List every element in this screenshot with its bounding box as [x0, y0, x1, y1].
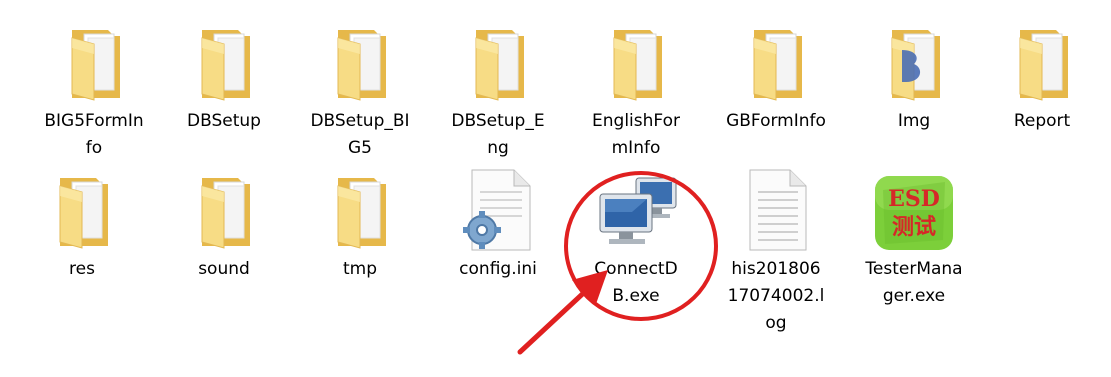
file-label: DBSetup_Eng — [451, 111, 545, 158]
folder-icon — [866, 12, 962, 104]
file-connectdb-exe[interactable]: ConnectDB.exe — [576, 160, 696, 310]
folder-gbforminfo[interactable]: GBFormInfo — [716, 12, 836, 135]
folder-icon — [450, 12, 546, 104]
esd-app-icon: ESD 测试 — [866, 160, 962, 252]
folder-dbsetup-big5[interactable]: DBSetup_BIG5 — [300, 12, 420, 162]
file-label: res — [69, 259, 95, 279]
file-label: Img — [897, 111, 931, 131]
folder-sound[interactable]: sound — [164, 160, 284, 283]
config-file-icon — [450, 160, 546, 252]
file-label: tmp — [342, 259, 378, 279]
file-label: GBFormInfo — [726, 111, 826, 131]
esd-icon-text-top: ESD — [888, 186, 940, 212]
file-label: his20180617074002.log — [727, 259, 825, 333]
network-computers-icon — [588, 160, 684, 252]
folder-icon — [34, 160, 130, 252]
file-explorer-view: BIG5FormInfo DBSetup DBSetup_BIG5 DBSetu… — [0, 0, 1111, 377]
folder-big5forminfo[interactable]: BIG5FormInfo — [34, 12, 154, 162]
folder-icon — [728, 12, 824, 104]
folder-englishforminfo[interactable]: EnglishFormInfo — [576, 12, 696, 162]
folder-dbsetup-eng[interactable]: DBSetup_Eng — [438, 12, 558, 162]
folder-icon — [312, 12, 408, 104]
file-label: DBSetup_BIG5 — [310, 111, 410, 158]
folder-icon — [176, 12, 272, 104]
file-label: ConnectDB.exe — [594, 259, 678, 306]
file-config-ini[interactable]: config.ini — [438, 160, 558, 283]
folder-dbsetup[interactable]: DBSetup — [164, 12, 284, 135]
file-label: BIG5FormInfo — [44, 111, 144, 158]
folder-icon — [994, 12, 1090, 104]
folder-res[interactable]: res — [22, 160, 142, 283]
text-file-icon — [728, 160, 824, 252]
folder-tmp[interactable]: tmp — [300, 160, 420, 283]
file-label: config.ini — [459, 259, 537, 279]
file-label: sound — [198, 259, 250, 279]
esd-icon-text-bottom: 测试 — [892, 215, 936, 240]
file-label: EnglishFormInfo — [592, 111, 680, 158]
folder-icon — [46, 12, 142, 104]
folder-report[interactable]: Report — [982, 12, 1102, 135]
folder-icon — [312, 160, 408, 252]
file-log[interactable]: his20180617074002.log — [716, 160, 836, 337]
folder-icon — [176, 160, 272, 252]
file-testermanager-exe[interactable]: ESD 测试 TesterManager.exe — [854, 160, 974, 310]
folder-icon — [588, 12, 684, 104]
file-label: TesterManager.exe — [865, 259, 963, 306]
file-label: Report — [1013, 111, 1071, 131]
folder-img[interactable]: Img — [854, 12, 974, 135]
file-label: DBSetup — [187, 111, 261, 131]
